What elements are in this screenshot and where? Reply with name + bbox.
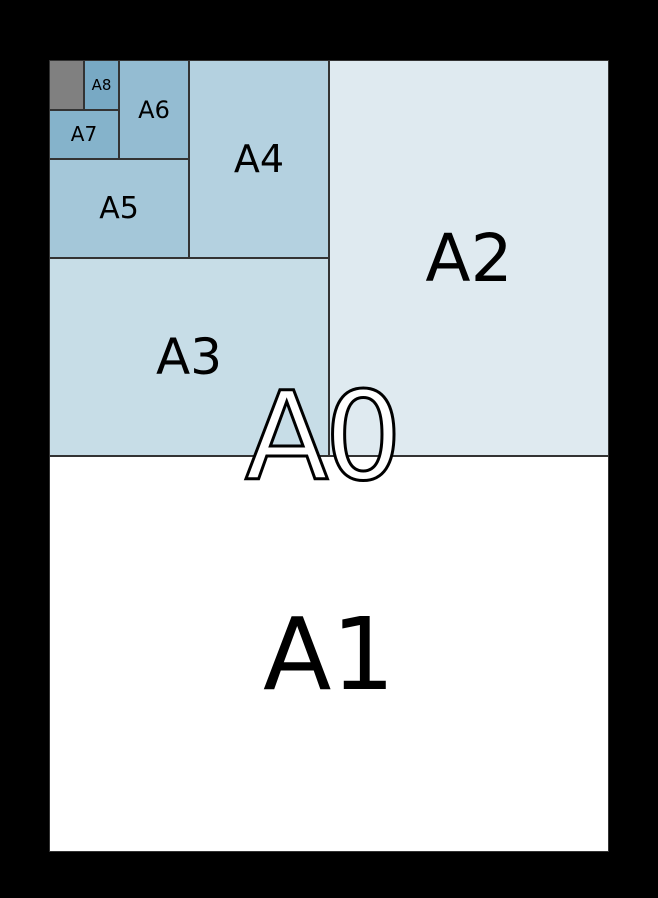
a8-region: A8	[84, 60, 119, 110]
a5-region: A5	[49, 159, 189, 258]
a6-label: A6	[138, 96, 170, 124]
a3-label: A3	[156, 328, 222, 386]
a4-label: A4	[234, 137, 284, 181]
a5-label: A5	[99, 191, 139, 226]
a0-label: A0	[245, 376, 398, 498]
a9-region	[49, 60, 84, 110]
a1-label: A1	[263, 596, 395, 713]
a2-label: A2	[425, 220, 512, 297]
a8-label: A8	[92, 76, 112, 94]
paper-size-diagram: A1 A2 A3 A4 A5 A6 A7 A8 A0	[49, 60, 609, 852]
a7-label: A7	[71, 122, 97, 146]
a1-region: A1	[49, 456, 609, 852]
a6-region: A6	[119, 60, 189, 159]
a7-region: A7	[49, 110, 119, 160]
a4-region: A4	[189, 60, 329, 258]
